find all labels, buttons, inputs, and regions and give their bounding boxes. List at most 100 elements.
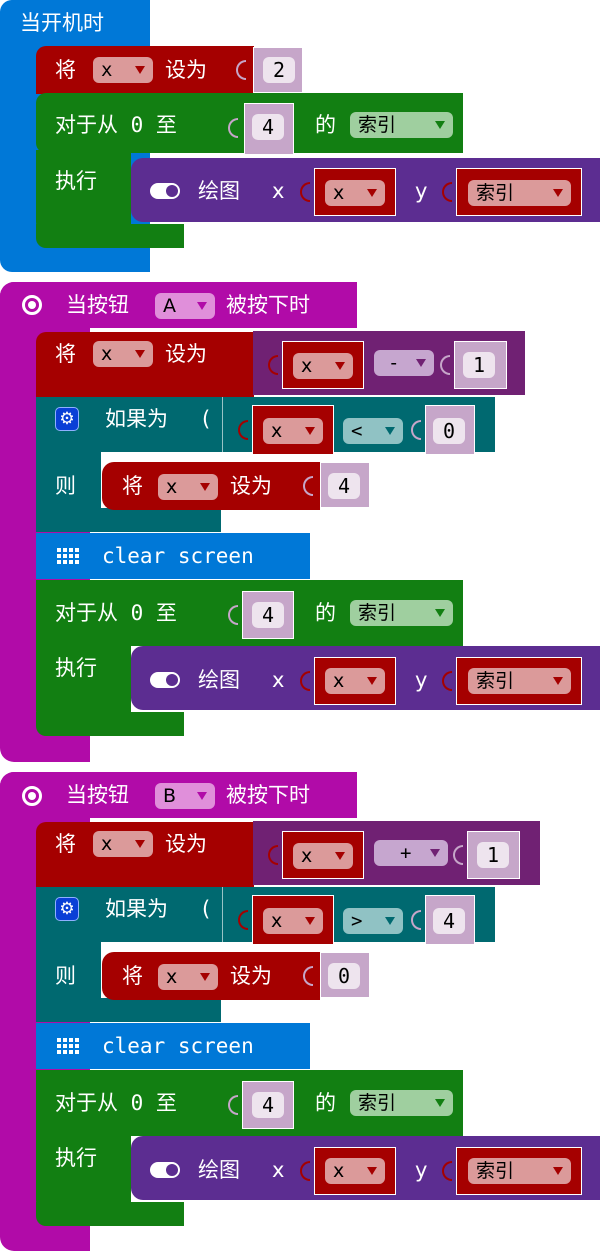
set-mid: 设为 xyxy=(230,474,272,498)
index-dropdown[interactable]: 索引 xyxy=(350,600,453,626)
op-left-dropdown[interactable]: x xyxy=(293,843,353,869)
plot-x-label: x xyxy=(272,1158,285,1182)
do-label: 执行 xyxy=(55,169,97,193)
plot-y-label: y xyxy=(415,668,428,692)
set-mid: 设为 xyxy=(165,342,207,366)
gear-icon[interactable]: ⚙ xyxy=(55,407,79,431)
dropdown-arrow-icon xyxy=(416,359,426,367)
button-name: A xyxy=(163,295,176,317)
button-name: B xyxy=(163,785,177,807)
button-b-suffix: 被按下时 xyxy=(226,783,310,807)
dropdown-arrow-icon xyxy=(197,302,207,310)
dropdown-arrow-icon xyxy=(385,427,395,435)
var-dropdown[interactable]: x xyxy=(158,474,218,500)
plot-label: 绘图 xyxy=(198,179,240,203)
value-input[interactable]: 2 xyxy=(263,57,295,83)
op-dropdown[interactable]: + xyxy=(374,840,448,866)
dropdown-arrow-icon xyxy=(305,917,315,925)
cond-left-dropdown[interactable]: x xyxy=(263,418,323,444)
set-prefix: 将 xyxy=(55,832,76,856)
y-var-dropdown[interactable]: 索引 xyxy=(468,668,571,694)
gear-icon[interactable]: ⚙ xyxy=(55,897,79,921)
of-label: 的 xyxy=(315,601,336,625)
button-dropdown[interactable]: A xyxy=(155,293,215,319)
dropdown-arrow-icon xyxy=(430,849,440,857)
clear-screen-label: clear screen xyxy=(102,1034,254,1058)
y-var-name: 索引 xyxy=(476,182,515,204)
dropdown-arrow-icon xyxy=(367,189,377,197)
y-var-dropdown[interactable]: 索引 xyxy=(468,180,571,206)
dropdown-arrow-icon xyxy=(553,1167,563,1175)
if-paren: ( xyxy=(202,897,211,921)
for-loop-foot xyxy=(36,712,184,736)
for-label: 对于从 0 至 xyxy=(55,113,177,137)
set-prefix: 将 xyxy=(122,474,143,498)
set-mid: 设为 xyxy=(165,832,207,856)
set-mid: 设为 xyxy=(165,58,207,82)
op-left-dropdown[interactable]: x xyxy=(293,353,353,379)
button-dropdown[interactable]: B xyxy=(155,783,215,809)
of-label: 的 xyxy=(315,113,336,137)
then-label: 则 xyxy=(55,964,76,988)
plot-y-label: y xyxy=(415,1158,428,1182)
dropdown-arrow-icon xyxy=(435,121,445,129)
set-prefix: 将 xyxy=(55,342,76,366)
op-left-var: x xyxy=(301,355,313,377)
of-label: 的 xyxy=(315,1091,336,1115)
var-name: x xyxy=(101,343,113,365)
y-var-dropdown[interactable]: 索引 xyxy=(468,1158,571,1184)
button-press-icon xyxy=(22,786,42,806)
then-label: 则 xyxy=(55,474,76,498)
index-dropdown[interactable]: 索引 xyxy=(350,112,453,138)
plot-label: 绘图 xyxy=(198,1158,240,1182)
if-label: 如果为 xyxy=(105,897,168,921)
var-dropdown[interactable]: x xyxy=(93,831,153,857)
compare-dropdown[interactable]: < xyxy=(343,418,403,444)
x-var-dropdown[interactable]: x xyxy=(325,668,385,694)
compare-op: < xyxy=(351,420,363,442)
op-dropdown[interactable]: - xyxy=(374,350,434,376)
led-grid-icon xyxy=(57,548,79,564)
op-symbol: - xyxy=(388,352,400,374)
dropdown-arrow-icon xyxy=(135,66,145,74)
x-var-dropdown[interactable]: x xyxy=(325,1158,385,1184)
dropdown-arrow-icon xyxy=(553,677,563,685)
to-input[interactable]: 4 xyxy=(252,602,284,628)
if-paren: ( xyxy=(202,407,211,431)
on-start-label: 当开机时 xyxy=(20,11,104,35)
value-input[interactable]: 0 xyxy=(328,963,360,989)
to-input[interactable]: 4 xyxy=(252,114,284,140)
y-var-name: 索引 xyxy=(476,670,515,692)
for-loop-foot xyxy=(36,1202,184,1226)
to-input[interactable]: 4 xyxy=(252,1092,284,1118)
var-dropdown[interactable]: x xyxy=(93,57,153,83)
var-dropdown[interactable]: x xyxy=(158,964,218,990)
x-var-name: x xyxy=(333,670,345,692)
set-mid: 设为 xyxy=(230,964,272,988)
plot-y-label: y xyxy=(415,179,428,203)
index-dropdown[interactable]: 索引 xyxy=(350,1090,453,1116)
cond-right-input[interactable]: 0 xyxy=(433,418,465,444)
cond-right-input[interactable]: 4 xyxy=(433,908,465,934)
led-toggle-icon xyxy=(150,672,180,688)
button-b-prefix: 当按钮 xyxy=(66,783,129,807)
op-right-input[interactable]: 1 xyxy=(463,352,495,378)
dropdown-arrow-icon xyxy=(435,609,445,617)
x-var-dropdown[interactable]: x xyxy=(325,180,385,206)
compare-dropdown[interactable]: > xyxy=(343,908,403,934)
dropdown-arrow-icon xyxy=(197,792,207,800)
value-input[interactable]: 4 xyxy=(328,473,360,499)
y-var-name: 索引 xyxy=(476,1160,515,1182)
cond-left-dropdown[interactable]: x xyxy=(263,908,323,934)
for-label: 对于从 0 至 xyxy=(55,601,177,625)
op-right-input[interactable]: 1 xyxy=(477,842,509,868)
if-foot xyxy=(36,508,221,532)
index-var-name: 索引 xyxy=(358,1092,397,1114)
var-dropdown[interactable]: x xyxy=(93,341,153,367)
set-prefix: 将 xyxy=(55,58,76,82)
do-label: 执行 xyxy=(55,1146,97,1170)
index-var-name: 索引 xyxy=(358,114,397,136)
compare-op: > xyxy=(351,910,363,932)
cond-left-var: x xyxy=(271,420,283,442)
plot-x-label: x xyxy=(272,179,285,203)
